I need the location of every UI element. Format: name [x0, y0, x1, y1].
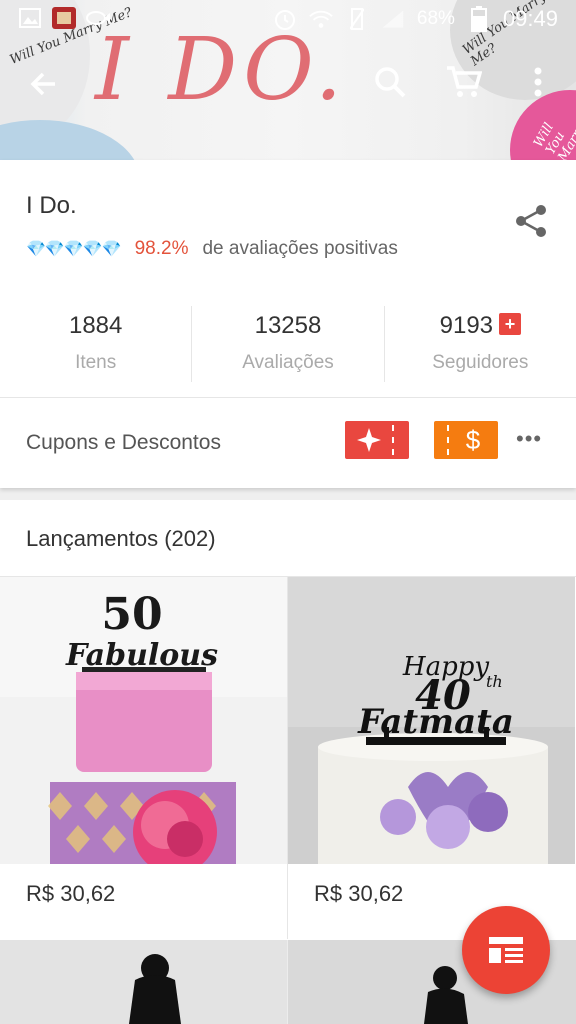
product-card[interactable]: Happy 40 th Fatmata R$ 30,62 [288, 577, 575, 939]
gallery-icon [18, 7, 42, 29]
stat-followers-value: 9193 [439, 312, 494, 339]
product-card[interactable]: 50 Fabulous R$ 30,62 [0, 577, 287, 939]
follow-button[interactable]: + [499, 313, 522, 335]
search-icon [375, 67, 406, 98]
stat-reviews-value: 13258 [254, 312, 322, 339]
stat-items[interactable]: 1884 Itens [0, 306, 191, 382]
stat-reviews[interactable]: 13258 Avaliações [191, 306, 383, 382]
product-image: 50 Fabulous [0, 577, 287, 864]
product-price: R$ 30,62 [314, 881, 404, 906]
stat-followers-label: Seguidores [432, 352, 529, 373]
product-price: R$ 30,62 [26, 881, 116, 906]
coupons-row[interactable]: Cupons e Descontos $ ••• [0, 398, 576, 488]
topper-line1: 50 [101, 589, 162, 640]
store-list-icon [489, 937, 523, 963]
cart-button[interactable] [444, 62, 484, 102]
stat-items-label: Itens [75, 352, 117, 373]
arrow-back-icon [30, 72, 55, 96]
cart-icon [447, 66, 482, 97]
no-sim-icon [345, 8, 369, 30]
store-categories-fab[interactable] [462, 906, 550, 994]
new-arrivals-title[interactable]: Lançamentos (202) [26, 526, 216, 552]
app-notification-icon [52, 7, 76, 29]
clock: 09:49 [502, 6, 558, 31]
more-vert-icon [534, 67, 542, 97]
share-button[interactable] [514, 204, 548, 238]
sparkle-ticket-icon [357, 425, 394, 455]
coupon-sparkle-badge[interactable] [345, 421, 409, 459]
battery-percent: 68% [416, 8, 455, 29]
store-stats: 1884 Itens 13258 Avaliações 9193 + Seguid… [0, 306, 576, 382]
store-name: I Do. [26, 192, 77, 219]
topper-superscript: th [486, 672, 503, 691]
battery-icon [467, 6, 491, 32]
coupon-discount-badge[interactable]: $ [434, 421, 498, 459]
positive-rating-label: de avaliações positivas [202, 238, 398, 259]
stat-items-value: 1884 [68, 312, 123, 339]
diamond-rating-icons: 💎💎💎💎💎 [26, 241, 122, 258]
topper-line3: Fatmata [357, 702, 514, 742]
coupons-label: Cupons e Descontos [26, 431, 221, 454]
search-button[interactable] [370, 62, 410, 102]
positive-rating-percent: 98.2% [134, 238, 189, 259]
balloon-blue [0, 120, 140, 160]
product-image: Happy 40 th Fatmata [288, 577, 575, 864]
back-button[interactable] [22, 62, 66, 106]
share-icon [516, 205, 546, 237]
coupons-more-button[interactable]: ••• [516, 426, 542, 452]
topper-line2: Fabulous [65, 638, 218, 673]
stat-followers[interactable]: 9193 + Seguidores [383, 306, 576, 382]
store-info-card: I Do. 💎💎💎💎💎 98.2% de avaliações positiva… [0, 160, 576, 488]
overflow-menu-button[interactable] [518, 62, 558, 102]
fish-icon [86, 7, 110, 29]
wifi-icon [309, 8, 333, 30]
ticket-divider-icon [447, 425, 449, 455]
rating-row: 💎💎💎💎💎 98.2% de avaliações positivas [26, 238, 398, 260]
signal-icon [381, 8, 405, 30]
alarm-icon [273, 8, 297, 30]
status-bar: 68% 09:49 [0, 0, 576, 38]
stat-reviews-label: Avaliações [242, 352, 334, 373]
